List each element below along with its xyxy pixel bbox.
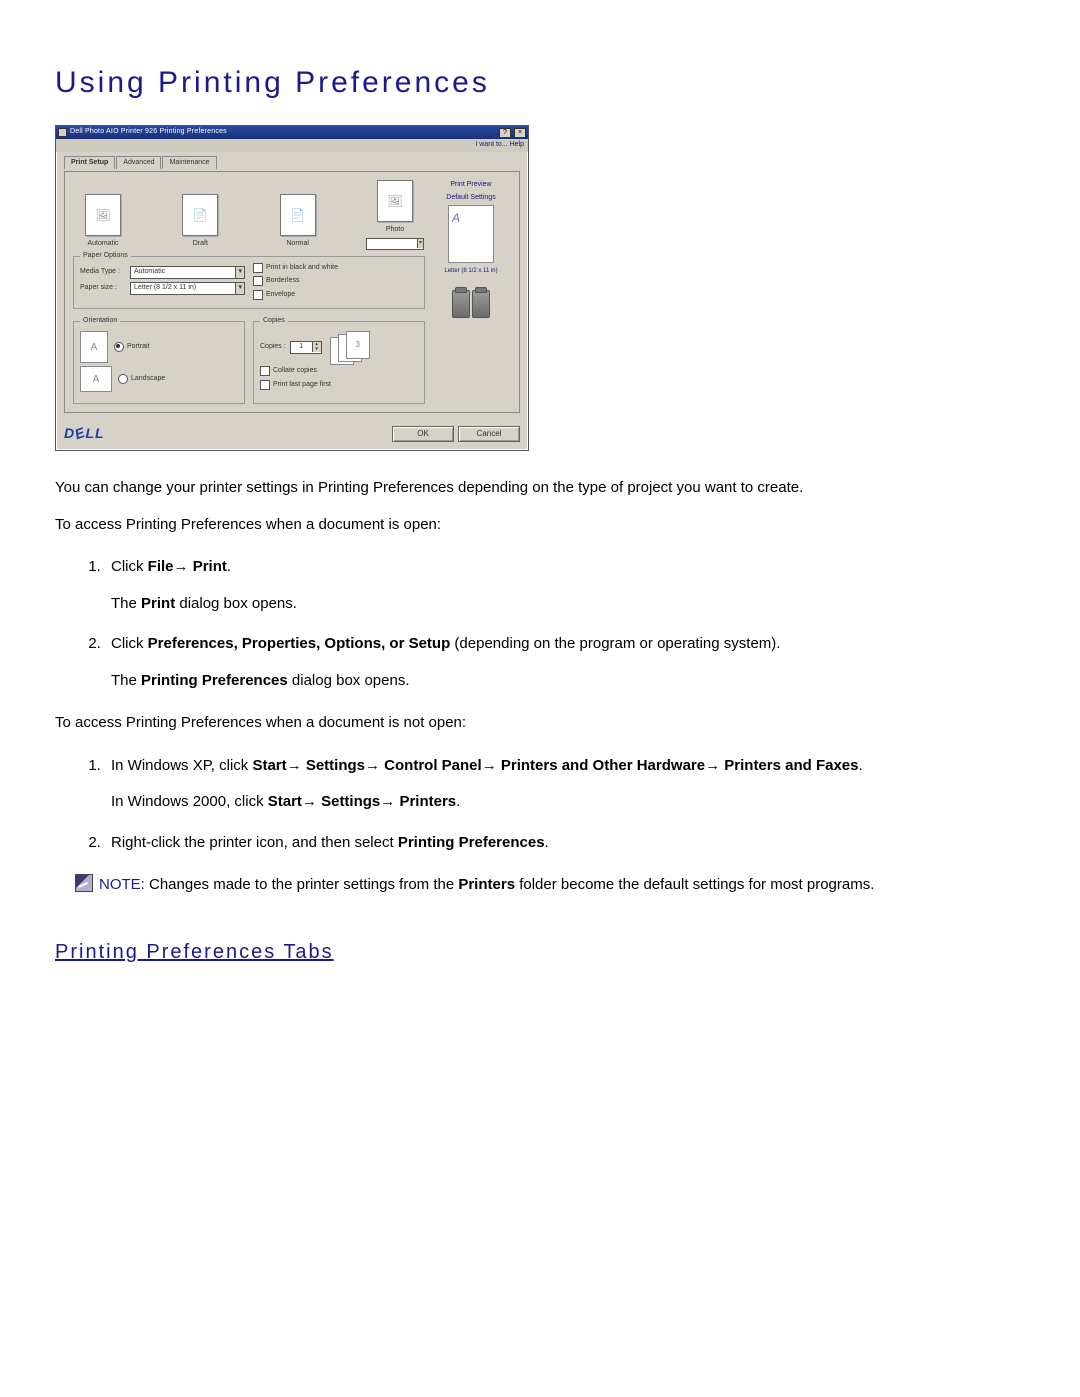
copies-group: Copies Copies : 1 ▴▾ 123 — [253, 321, 425, 404]
paper-size-dropdown[interactable]: Letter (8 1/2 x 11 in) — [130, 282, 245, 295]
note-block: NOTE: Changes made to the printer settin… — [75, 874, 1025, 897]
close-button[interactable]: × — [514, 128, 526, 138]
envelope-checkbox[interactable]: Envelope — [253, 290, 418, 301]
portrait-thumb-icon: A — [80, 331, 108, 363]
bw-checkbox[interactable]: Print in black and white — [253, 263, 418, 274]
help-link-bar[interactable]: I want to... Help — [56, 139, 528, 152]
dialog-titlebar: Dell Photo AIO Printer 926 Printing Pref… — [56, 126, 528, 139]
steps-open: Click File→ Print. The Print dialog box … — [75, 556, 1025, 692]
step-closed-1: In Windows XP, click Start→ Settings→ Co… — [105, 755, 1025, 814]
preview-page-icon: A — [448, 205, 494, 263]
preview-title-2: Default Settings — [431, 193, 511, 204]
dell-logo: DELL — [64, 423, 105, 444]
lastpagefirst-checkbox[interactable]: Print last page first — [260, 380, 418, 391]
media-type-label: Media Type : — [80, 267, 126, 278]
copies-label: Copies : — [260, 342, 286, 353]
landscape-radio[interactable]: Landscape — [118, 374, 165, 385]
paper-size-label: Paper size : — [80, 283, 126, 294]
step-closed-2: Right-click the printer icon, and then s… — [105, 832, 1025, 855]
dialog-title: Dell Photo AIO Printer 926 Printing Pref… — [70, 127, 496, 138]
ok-button[interactable]: OK — [392, 426, 454, 442]
tab-maintenance[interactable]: Maintenance — [162, 156, 216, 170]
preview-column: Print Preview Default Settings A Letter … — [431, 180, 511, 404]
section-title: Printing Preferences Tabs — [55, 937, 1025, 967]
copies-spinner[interactable]: 1 ▴▾ — [290, 341, 322, 354]
steps-closed: In Windows XP, click Start→ Settings→ Co… — [75, 755, 1025, 855]
step-open-1: Click File→ Print. The Print dialog box … — [105, 556, 1025, 615]
orientation-group: Orientation A Portrait A Landscape — [73, 321, 245, 404]
printing-preferences-dialog: Dell Photo AIO Printer 926 Printing Pref… — [55, 125, 529, 451]
preview-title-1: Print Preview — [431, 180, 511, 191]
portrait-radio[interactable]: Portrait — [114, 342, 150, 353]
paper-options-legend: Paper Options — [80, 251, 131, 262]
cancel-button[interactable]: Cancel — [458, 426, 520, 442]
media-type-dropdown[interactable]: Automatic — [130, 266, 245, 279]
access-closed-paragraph: To access Printing Preferences when a do… — [55, 712, 1025, 735]
quality-automatic[interactable]: 🖼 Automatic — [73, 194, 133, 250]
note-text: NOTE: Changes made to the printer settin… — [99, 874, 874, 897]
quality-photo[interactable]: 🖼 Photo — [365, 180, 425, 250]
quality-draft[interactable]: 📄 Draft — [170, 194, 230, 250]
photo-dpi-dropdown[interactable] — [366, 238, 424, 250]
landscape-thumb-icon: A — [80, 366, 112, 392]
access-open-paragraph: To access Printing Preferences when a do… — [55, 514, 1025, 537]
orientation-legend: Orientation — [80, 316, 120, 327]
collate-checkbox[interactable]: Collate copies — [260, 366, 418, 377]
tab-advanced[interactable]: Advanced — [116, 156, 161, 170]
quality-normal[interactable]: 📄 Normal — [268, 194, 328, 250]
page-title: Using Printing Preferences — [55, 60, 1025, 105]
note-icon — [75, 874, 93, 892]
ink-levels-icon — [431, 290, 511, 318]
preview-caption: Letter (8 1/2 x 11 in) — [431, 267, 511, 276]
borderless-checkbox[interactable]: Borderless — [253, 276, 418, 287]
tabs: Print Setup Advanced Maintenance — [64, 156, 520, 170]
step-open-2: Click Preferences, Properties, Options, … — [105, 633, 1025, 692]
quality-row: 🖼 Automatic 📄 Draft 📄 Normal 🖼 — [73, 180, 425, 250]
copies-stack-icon: 123 — [330, 331, 370, 363]
app-icon — [58, 128, 67, 137]
help-button[interactable]: ? — [499, 128, 511, 138]
tab-print-setup[interactable]: Print Setup — [64, 156, 115, 170]
intro-paragraph: You can change your printer settings in … — [55, 477, 1025, 500]
paper-options-group: Paper Options Media Type : Automatic Pap… — [73, 256, 425, 310]
copies-legend: Copies — [260, 316, 288, 327]
